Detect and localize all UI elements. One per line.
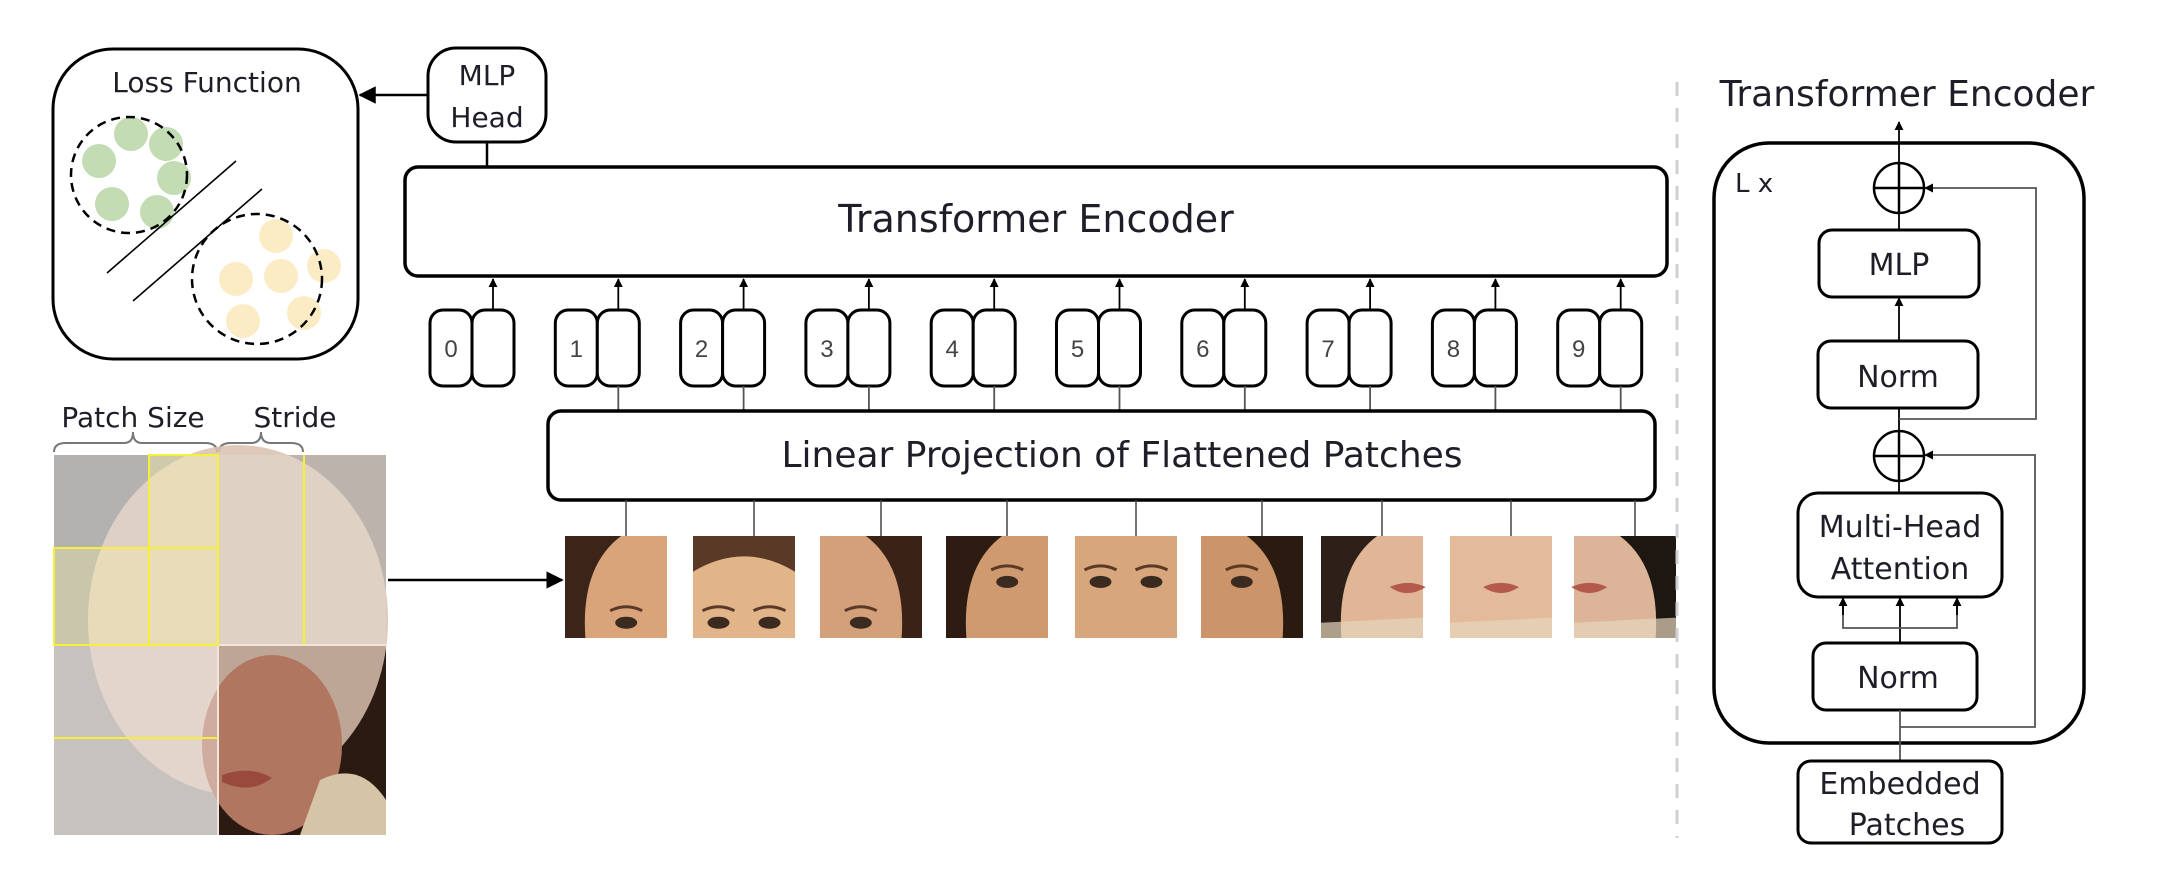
cluster-b-point: [259, 219, 293, 253]
cluster-b-point: [219, 262, 253, 296]
patch-embedding: [721, 308, 767, 388]
token-index: 8: [1447, 336, 1460, 363]
mlp-head-block: MLP Head: [358, 46, 548, 167]
embedded-label-line1: Embedded: [1819, 767, 1980, 802]
patch-embedding: [1472, 308, 1518, 388]
patch-embedding: [1222, 308, 1268, 388]
patch-image-mouth-right: [1571, 500, 1676, 638]
mlp-block-label: MLP: [1869, 248, 1930, 283]
token-7: 7: [1305, 278, 1393, 411]
patch-embedding: [595, 308, 641, 388]
patch-eye: [758, 616, 781, 629]
patch-embedding: [1097, 308, 1142, 388]
stride-label: Stride: [253, 401, 336, 434]
patch-eye: [849, 616, 872, 629]
repeat-label: L x: [1735, 169, 1773, 199]
cluster-a-point: [140, 195, 174, 229]
patch-eye: [615, 616, 638, 629]
mlp-head-label-line2: Head: [450, 101, 523, 134]
token-index: 3: [820, 336, 833, 363]
cluster-b-point: [264, 259, 298, 293]
norm-top-label: Norm: [1857, 360, 1939, 395]
patch-highlight-fill: [149, 455, 218, 645]
encoder-detail-panel: Transformer Encoder L x MLP Norm Multi-H…: [1712, 74, 2095, 845]
token-index: 9: [1572, 336, 1585, 363]
patch-embedding: [846, 308, 892, 388]
patch-image-forehead-left: [565, 500, 667, 638]
token-index: 0: [444, 336, 457, 363]
token-5: 5: [1055, 278, 1142, 411]
cluster-b-point: [307, 249, 341, 283]
patch-embedding: [971, 308, 1017, 388]
patch-grid-panel: Patch Size Stride: [53, 401, 564, 835]
token-0: 0: [428, 278, 516, 388]
token-1: 1: [553, 278, 641, 411]
patch-image-forehead-right: [820, 500, 922, 638]
faded-overlay-bottom-left: [54, 645, 218, 835]
norm-bottom-label: Norm: [1857, 661, 1939, 696]
patch-eye: [996, 575, 1019, 588]
patch-skin: [1075, 536, 1177, 638]
token-3: 3: [804, 278, 892, 411]
patch-eye: [1230, 575, 1253, 588]
main-transformer-encoder: Transformer Encoder: [403, 165, 1669, 278]
patch-image-forehead-center: [693, 500, 795, 638]
embedded-label-line2: Patches: [1849, 808, 1965, 843]
cluster-a-point: [95, 187, 129, 221]
mlp-head-label-line1: MLP: [459, 59, 516, 92]
patch-image-eye-right: [1201, 500, 1303, 638]
patch-embedding: [1598, 308, 1644, 388]
attention-label-line1: Multi-Head: [1819, 510, 1982, 545]
patch-image-mouth-left: [1321, 500, 1426, 638]
patch-image-strip: [565, 500, 1676, 638]
token-index: 6: [1196, 336, 1209, 363]
linear-projection-label: Linear Projection of Flattened Patches: [781, 435, 1462, 476]
patch-embedding: [1347, 308, 1393, 388]
token-index: 2: [695, 336, 708, 363]
patch-highlight-fill-2: [54, 548, 149, 645]
token-4: 4: [929, 278, 1017, 411]
linear-projection: Linear Projection of Flattened Patches: [546, 409, 1657, 502]
cluster-a-point: [114, 117, 148, 151]
token-index: 7: [1321, 336, 1334, 363]
patch-image-mouth-center: [1450, 500, 1552, 638]
cluster-a-point: [82, 144, 116, 178]
token-sequence: 0 1 2 3 4 5 6 7 8 9: [428, 278, 1644, 411]
patch-eye: [1140, 575, 1163, 588]
patch-eye: [1089, 575, 1112, 588]
token-9: 9: [1556, 278, 1644, 411]
patch-image-eye-left: [946, 500, 1048, 638]
loss-function-panel: Loss Function: [51, 47, 360, 361]
token-index: 4: [946, 336, 959, 363]
main-encoder-label: Transformer Encoder: [837, 197, 1234, 241]
token-8: 8: [1430, 278, 1518, 411]
patch-image-eyes-center: [1075, 500, 1177, 638]
vit-architecture-diagram: Loss Function MLP Head Transformer Encod…: [51, 46, 2095, 845]
patch-size-brace: [53, 431, 218, 453]
cluster-b-point: [226, 304, 260, 338]
token-index: 5: [1071, 336, 1084, 363]
patch-eye: [707, 616, 730, 629]
patch-size-label: Patch Size: [61, 401, 204, 434]
encoder-detail-title: Transformer Encoder: [1719, 74, 2095, 115]
token-2: 2: [679, 278, 767, 411]
face-image: [53, 445, 388, 835]
attention-label-line2: Attention: [1831, 552, 1969, 587]
loss-function-title: Loss Function: [112, 66, 301, 99]
patch-embedding: [470, 308, 516, 388]
token-6: 6: [1180, 278, 1268, 411]
token-index: 1: [570, 336, 583, 363]
